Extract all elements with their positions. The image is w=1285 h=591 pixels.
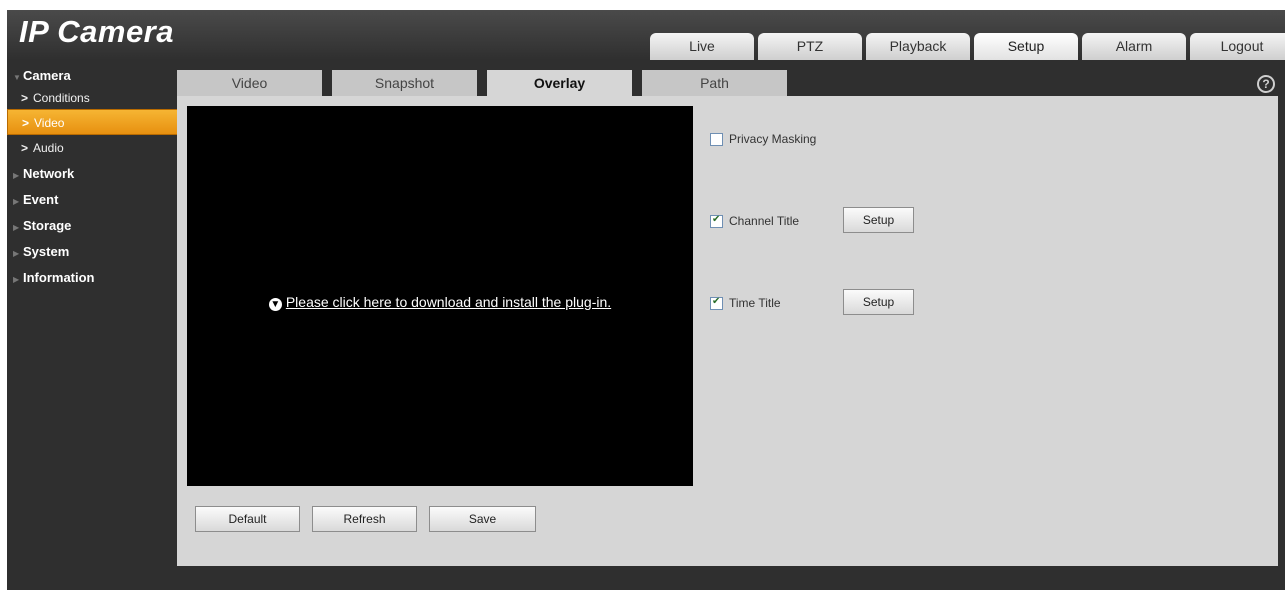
refresh-button[interactable]: Refresh — [312, 506, 417, 532]
tab-overlay[interactable]: Overlay — [487, 70, 632, 96]
tab-path[interactable]: Path — [642, 70, 787, 96]
sidebar-item-label: Audio — [33, 141, 64, 155]
time-title-checkbox[interactable] — [710, 296, 723, 310]
sidebar-category-network[interactable]: ▶ Network — [7, 161, 185, 187]
time-title-option: Time Title — [710, 296, 781, 310]
sidebar-category-information[interactable]: ▶ Information — [7, 265, 185, 291]
sidebar-item-audio[interactable]: > Audio — [7, 135, 185, 161]
collapsed-triangle-icon: ▶ — [13, 171, 20, 180]
sidebar-category-camera[interactable]: ▼ Camera — [7, 65, 185, 87]
app-logo: IP Camera — [19, 14, 174, 49]
sidebar-category-label: Network — [23, 166, 75, 181]
sidebar-category-label: System — [23, 244, 70, 259]
sidebar-category-storage[interactable]: ▶ Storage — [7, 213, 185, 239]
sidebar-category-system[interactable]: ▶ System — [7, 239, 185, 265]
nav-tab-logout[interactable]: Logout — [1190, 33, 1285, 60]
sidebar-category-event[interactable]: ▶ Event — [7, 187, 185, 213]
collapsed-triangle-icon: ▶ — [13, 249, 20, 258]
sidebar: ▼ Camera > Conditions > Video > Audio ▶ Netwo… — [7, 65, 185, 291]
time-title-setup-button[interactable]: Setup — [843, 289, 914, 315]
download-icon: ▼ — [268, 298, 282, 311]
plugin-download-text: Please click here to download and instal… — [285, 294, 612, 310]
channel-title-label: Channel Title — [729, 214, 800, 228]
sidebar-category-label: Event — [23, 192, 59, 207]
save-button[interactable]: Save — [429, 506, 536, 532]
default-button[interactable]: Default — [195, 506, 300, 532]
privacy-masking-checkbox[interactable] — [710, 132, 723, 146]
chevron-right-icon: > — [21, 141, 29, 155]
privacy-masking-label: Privacy Masking — [729, 132, 817, 146]
channel-title-option: Channel Title — [710, 214, 799, 228]
sidebar-item-label: Video — [34, 116, 65, 130]
sidebar-category-label: Camera — [23, 68, 71, 83]
sidebar-item-conditions[interactable]: > Conditions — [7, 87, 185, 109]
nav-tab-ptz[interactable]: PTZ — [758, 33, 862, 60]
sidebar-category-label: Information — [23, 270, 95, 285]
sidebar-item-label: Conditions — [33, 91, 90, 105]
tab-video[interactable]: Video — [177, 70, 322, 96]
channel-title-checkbox[interactable] — [710, 214, 723, 228]
video-preview: ▼ Please click here to download and insta… — [187, 106, 693, 486]
chevron-right-icon: > — [21, 91, 29, 105]
help-icon[interactable]: ? — [1257, 75, 1275, 93]
main-nav: Live PTZ Playback Setup Alarm Logout — [650, 33, 1285, 60]
overlay-tabs: Video Snapshot Overlay Path — [177, 70, 797, 96]
nav-tab-alarm[interactable]: Alarm — [1082, 33, 1186, 60]
expand-triangle-icon: ▼ — [13, 73, 21, 82]
chevron-right-icon: > — [22, 116, 30, 130]
privacy-masking-option: Privacy Masking — [710, 132, 816, 146]
plugin-download-link[interactable]: ▼ Please click here to download and insta… — [187, 294, 693, 311]
nav-tab-setup[interactable]: Setup — [974, 33, 1078, 60]
tab-snapshot[interactable]: Snapshot — [332, 70, 477, 96]
sidebar-category-label: Storage — [23, 218, 72, 233]
collapsed-triangle-icon: ▶ — [13, 223, 20, 232]
nav-tab-playback[interactable]: Playback — [866, 33, 970, 60]
time-title-label: Time Title — [729, 296, 781, 310]
nav-tab-live[interactable]: Live — [650, 33, 754, 60]
sidebar-item-video[interactable]: > Video — [7, 109, 182, 135]
header-bar: IP Camera Live PTZ Playback Setup Alarm … — [7, 10, 1285, 60]
collapsed-triangle-icon: ▶ — [13, 275, 20, 284]
collapsed-triangle-icon: ▶ — [13, 197, 20, 206]
channel-title-setup-button[interactable]: Setup — [843, 207, 914, 233]
